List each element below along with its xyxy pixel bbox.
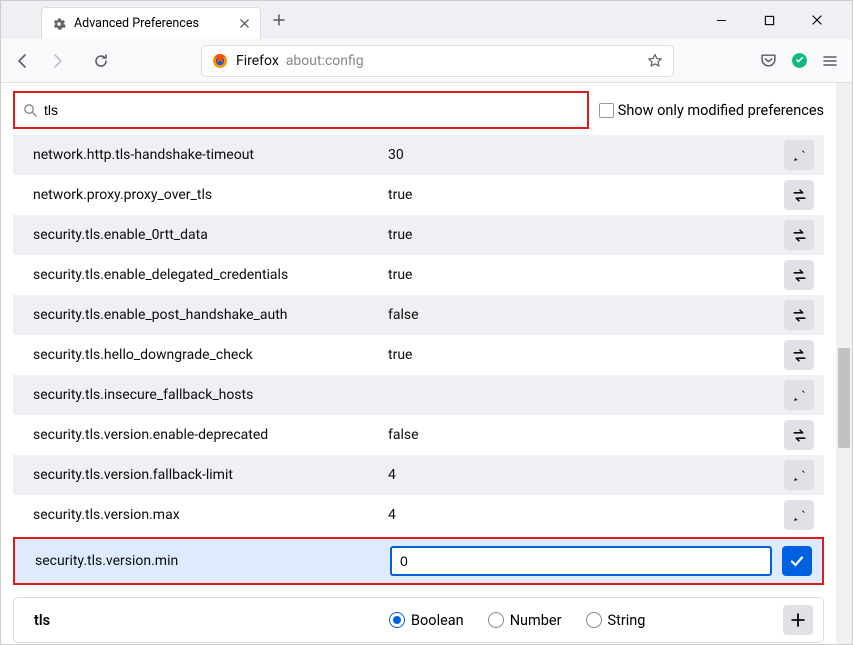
new-pref-name: tls bbox=[34, 612, 389, 629]
show-only-modified[interactable]: Show only modified preferences bbox=[599, 102, 824, 119]
forward-button[interactable] bbox=[43, 47, 71, 75]
pref-row[interactable]: security.tls.insecure_fallback_hosts bbox=[13, 375, 824, 415]
toggle-pref-button[interactable] bbox=[784, 340, 814, 370]
toggle-pref-button[interactable] bbox=[784, 420, 814, 450]
pref-value-input[interactable] bbox=[390, 546, 772, 576]
type-boolean[interactable]: Boolean bbox=[389, 612, 464, 629]
pref-search-input[interactable] bbox=[44, 96, 579, 124]
pref-name: security.tls.enable_0rtt_data bbox=[33, 227, 388, 243]
pref-row[interactable]: security.tls.version.enable-deprecatedfa… bbox=[13, 415, 824, 455]
radio-string[interactable] bbox=[586, 612, 602, 628]
type-number[interactable]: Number bbox=[488, 612, 562, 629]
confirm-edit-button[interactable] bbox=[782, 546, 812, 576]
radio-number[interactable] bbox=[488, 612, 504, 628]
close-window-button[interactable] bbox=[802, 14, 832, 26]
pref-row[interactable]: security.tls.version.max4 bbox=[13, 495, 824, 535]
pref-value: false bbox=[388, 427, 784, 443]
address-bar[interactable]: Firefox about:config bbox=[201, 45, 674, 77]
new-pref-type-group: Boolean Number String bbox=[389, 612, 783, 629]
about-config-content: Show only modified preferences network.h… bbox=[1, 83, 836, 644]
bookmark-star-icon[interactable] bbox=[647, 53, 663, 69]
pref-value: true bbox=[388, 347, 784, 363]
preferences-list: network.http.tls-handshake-timeout30netw… bbox=[13, 135, 824, 535]
firefox-icon bbox=[212, 53, 228, 69]
add-pref-button[interactable] bbox=[783, 605, 813, 635]
show-only-modified-checkbox[interactable] bbox=[599, 103, 614, 118]
pref-value: false bbox=[388, 307, 784, 323]
pref-row[interactable]: security.tls.version.fallback-limit4 bbox=[13, 455, 824, 495]
pref-row[interactable]: security.tls.enable_0rtt_datatrue bbox=[13, 215, 824, 255]
pref-row[interactable]: network.proxy.proxy_over_tlstrue bbox=[13, 175, 824, 215]
pref-name: security.tls.enable_post_handshake_auth bbox=[33, 307, 388, 323]
reload-button[interactable] bbox=[87, 47, 115, 75]
type-string[interactable]: String bbox=[586, 612, 646, 629]
toggle-pref-button[interactable] bbox=[784, 180, 814, 210]
pref-value: 30 bbox=[388, 147, 784, 163]
pref-value: 4 bbox=[388, 467, 784, 483]
pref-value: true bbox=[388, 187, 784, 203]
maximize-button[interactable] bbox=[754, 14, 784, 26]
radio-boolean[interactable] bbox=[389, 612, 405, 628]
scrollbar[interactable] bbox=[836, 83, 852, 644]
pref-name: security.tls.version.fallback-limit bbox=[33, 467, 388, 483]
extension-icon[interactable] bbox=[791, 52, 808, 69]
pref-name: network.proxy.proxy_over_tls bbox=[33, 187, 388, 203]
pref-name: security.tls.version.min bbox=[35, 553, 390, 569]
pref-value: true bbox=[388, 227, 784, 243]
pref-name: network.http.tls-handshake-timeout bbox=[33, 147, 388, 163]
new-tab-button[interactable] bbox=[265, 6, 293, 34]
edit-pref-button[interactable] bbox=[784, 460, 814, 490]
edit-pref-button[interactable] bbox=[784, 500, 814, 530]
pref-name: security.tls.insecure_fallback_hosts bbox=[33, 387, 388, 403]
close-tab-icon[interactable] bbox=[239, 18, 250, 29]
app-menu-icon[interactable] bbox=[822, 53, 838, 69]
pref-row[interactable]: network.http.tls-handshake-timeout30 bbox=[13, 135, 824, 175]
pref-row[interactable]: security.tls.enable_post_handshake_authf… bbox=[13, 295, 824, 335]
pref-row-editing: security.tls.version.min bbox=[13, 537, 824, 585]
scrollbar-thumb[interactable] bbox=[838, 348, 850, 448]
window-controls bbox=[706, 14, 852, 26]
toggle-pref-button[interactable] bbox=[784, 260, 814, 290]
pref-name: security.tls.hello_downgrade_check bbox=[33, 347, 388, 363]
tab-title: Advanced Preferences bbox=[74, 16, 199, 31]
pref-name: security.tls.version.max bbox=[33, 507, 388, 523]
search-icon bbox=[23, 103, 38, 118]
url-text: Firefox about:config bbox=[236, 53, 364, 69]
pref-name: security.tls.version.enable-deprecated bbox=[33, 427, 388, 443]
edit-pref-button[interactable] bbox=[784, 140, 814, 170]
edit-pref-button[interactable] bbox=[784, 380, 814, 410]
navigation-toolbar: Firefox about:config bbox=[1, 39, 852, 83]
browser-tab[interactable]: Advanced Preferences bbox=[41, 7, 261, 39]
pref-row[interactable]: security.tls.hello_downgrade_checktrue bbox=[13, 335, 824, 375]
toggle-pref-button[interactable] bbox=[784, 300, 814, 330]
pref-value: true bbox=[388, 267, 784, 283]
pref-name: security.tls.enable_delegated_credential… bbox=[33, 267, 388, 283]
back-button[interactable] bbox=[9, 47, 37, 75]
pocket-icon[interactable] bbox=[760, 52, 777, 69]
gear-icon bbox=[52, 17, 66, 31]
titlebar: Advanced Preferences bbox=[1, 1, 852, 39]
pref-row[interactable]: security.tls.enable_delegated_credential… bbox=[13, 255, 824, 295]
pref-search-box bbox=[13, 91, 589, 129]
pref-value: 4 bbox=[388, 507, 784, 523]
new-pref-row: tls Boolean Number String bbox=[13, 597, 824, 643]
minimize-button[interactable] bbox=[706, 14, 736, 26]
toggle-pref-button[interactable] bbox=[784, 220, 814, 250]
